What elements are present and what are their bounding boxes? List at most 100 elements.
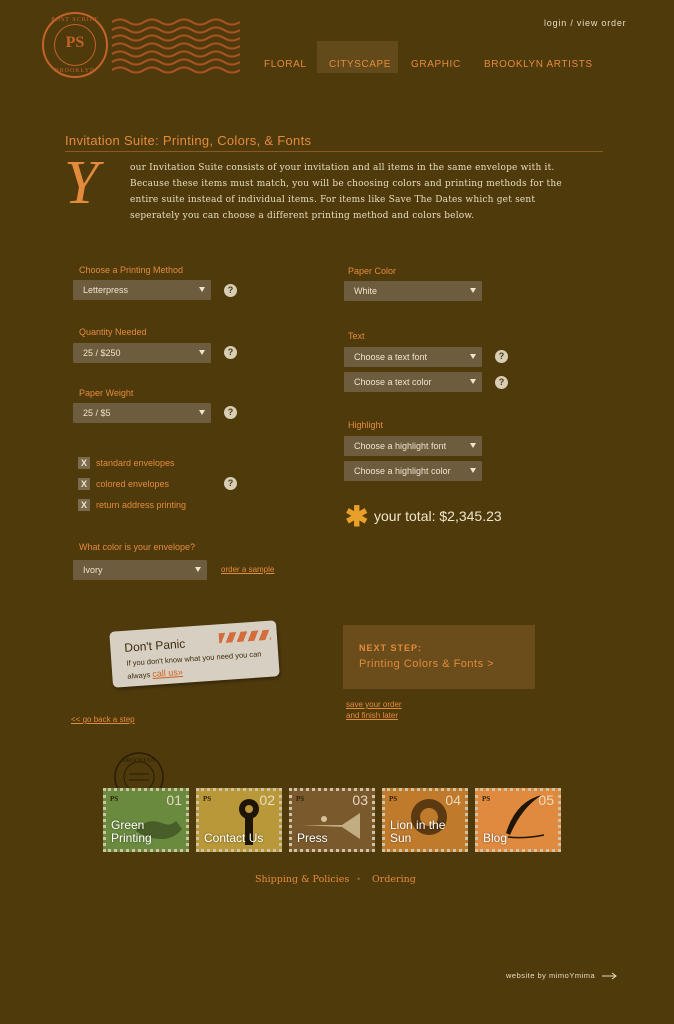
quantity-select[interactable]: 25 / $250 bbox=[73, 343, 211, 363]
help-icon[interactable]: ? bbox=[224, 284, 237, 297]
logo-top-text: POST SCRIPT bbox=[51, 17, 99, 23]
call-us-link[interactable]: call us» bbox=[152, 667, 183, 679]
stamp-press[interactable]: PS 03 Press bbox=[289, 788, 375, 852]
site-credit-link[interactable]: website by mimoYmima bbox=[506, 971, 620, 980]
printing-method-select[interactable]: Letterpress bbox=[73, 280, 211, 300]
standard-envelopes-checkbox[interactable]: X bbox=[78, 457, 90, 469]
chevron-down-icon bbox=[470, 288, 476, 293]
printing-method-label: Choose a Printing Method bbox=[79, 265, 184, 275]
total-value: $2,345.23 bbox=[439, 508, 502, 524]
text-color-select[interactable]: Choose a text color bbox=[344, 372, 482, 392]
postmark-text: BROOKLYN bbox=[123, 758, 156, 764]
total-label: your total: bbox=[374, 508, 436, 524]
standard-envelopes-label: standard envelopes bbox=[96, 458, 175, 468]
next-step-button[interactable]: NEXT STEP: Printing Colors & Fonts > bbox=[343, 625, 535, 689]
next-step-target: Printing Colors & Fonts > bbox=[359, 658, 495, 670]
envelope-color-label: What color is your envelope? bbox=[79, 542, 196, 552]
return-address-label: return address printing bbox=[96, 500, 187, 510]
paper-color-value: White bbox=[354, 286, 378, 296]
dont-panic-text: If you don't know what you need you can … bbox=[126, 649, 262, 681]
chevron-down-icon bbox=[199, 287, 205, 292]
next-step-label: NEXT STEP: bbox=[359, 643, 423, 653]
text-label: Text bbox=[348, 331, 365, 341]
stamp-ps: PS bbox=[389, 795, 398, 803]
paper-weight-label: Paper Weight bbox=[79, 388, 134, 398]
stamp-caption: Blog bbox=[483, 831, 508, 845]
stamp-contact-us[interactable]: PS 02 Contact Us bbox=[196, 788, 282, 852]
paper-color-select[interactable]: White bbox=[344, 281, 482, 301]
nav-graphic[interactable]: GRAPHIC bbox=[411, 59, 461, 70]
stamp-ps: PS bbox=[203, 795, 212, 803]
highlight-color-value: Choose a highlight color bbox=[354, 466, 451, 476]
login-link[interactable]: login / view order bbox=[544, 18, 626, 28]
order-total: ✱ your total: $2,345.23 bbox=[345, 501, 502, 532]
arrow-right-icon bbox=[601, 972, 617, 980]
highlight-font-select[interactable]: Choose a highlight font bbox=[344, 436, 482, 456]
envelope-color-select[interactable]: Ivory bbox=[73, 560, 207, 580]
paper-weight-select[interactable]: 25 / $5 bbox=[73, 403, 211, 423]
nav-cityscape[interactable]: CITYSCAPE bbox=[329, 59, 391, 70]
chevron-down-icon bbox=[470, 468, 476, 473]
dont-panic-card: Don't Panic If you don't know what you n… bbox=[109, 620, 280, 688]
dont-panic-title: Don't Panic bbox=[123, 636, 186, 655]
order-sample-link[interactable]: order a sample bbox=[221, 565, 274, 574]
stamp-number: 01 bbox=[166, 792, 182, 808]
finish-later-link[interactable]: and finish later bbox=[346, 711, 398, 720]
shipping-policies-link[interactable]: Shipping & Policies bbox=[255, 874, 349, 885]
return-address-checkbox[interactable]: X bbox=[78, 499, 90, 511]
nav-brooklyn-artists[interactable]: BROOKLYN ARTISTS bbox=[484, 59, 593, 70]
text-font-value: Choose a text font bbox=[354, 352, 428, 362]
go-back-link[interactable]: << go back a step bbox=[71, 715, 135, 724]
stamp-ps: PS bbox=[110, 795, 119, 803]
help-icon[interactable]: ? bbox=[495, 350, 508, 363]
quantity-value: 25 / $250 bbox=[83, 348, 121, 358]
asterisk-icon: ✱ bbox=[345, 501, 369, 532]
stamp-green-printing[interactable]: PS 01 Green Printing bbox=[103, 788, 189, 852]
chevron-down-icon bbox=[470, 379, 476, 384]
logo-bottom-text: BROOKLYN bbox=[54, 68, 96, 74]
stamp-ps: PS bbox=[482, 795, 491, 803]
chevron-down-icon bbox=[470, 354, 476, 359]
stamp-ps: PS bbox=[296, 795, 305, 803]
stamp-caption: Contact Us bbox=[204, 831, 264, 845]
help-icon[interactable]: ? bbox=[495, 376, 508, 389]
intro-text: our Invitation Suite consists of your in… bbox=[130, 163, 562, 221]
highlight-color-select[interactable]: Choose a highlight color bbox=[344, 461, 482, 481]
chevron-down-icon bbox=[199, 410, 205, 415]
save-order-link[interactable]: save your order bbox=[346, 700, 402, 709]
stamp-number: 04 bbox=[445, 792, 461, 808]
nav-floral[interactable]: FLORAL bbox=[264, 59, 307, 70]
ordering-link[interactable]: Ordering bbox=[372, 874, 416, 885]
chevron-down-icon bbox=[199, 350, 205, 355]
title-divider bbox=[65, 151, 603, 152]
help-icon[interactable]: ? bbox=[224, 477, 237, 490]
help-icon[interactable]: ? bbox=[224, 406, 237, 419]
paper-weight-value: 25 / $5 bbox=[83, 408, 111, 418]
stamp-caption: Press bbox=[297, 831, 328, 845]
colored-envelopes-label: colored envelopes bbox=[96, 479, 170, 489]
text-font-select[interactable]: Choose a text font bbox=[344, 347, 482, 367]
stamp-lion-in-the-sun[interactable]: PS 04 Lion in the Sun bbox=[382, 788, 468, 852]
logo-ps-text: PS bbox=[65, 34, 85, 51]
highlight-font-value: Choose a highlight font bbox=[354, 441, 447, 451]
highlight-label: Highlight bbox=[348, 420, 384, 430]
quantity-label: Quantity Needed bbox=[79, 327, 147, 337]
paper-color-label: Paper Color bbox=[348, 266, 397, 276]
stamp-number: 02 bbox=[259, 792, 275, 808]
site-credit-text: website by mimoYmima bbox=[506, 971, 596, 980]
colored-envelopes-checkbox[interactable]: X bbox=[78, 478, 90, 490]
chevron-down-icon bbox=[470, 443, 476, 448]
logo[interactable]: POST SCRIPT PS BROOKLYN bbox=[42, 12, 108, 78]
chevron-down-icon bbox=[195, 567, 201, 572]
stamp-number: 03 bbox=[352, 792, 368, 808]
cancellation-waves-icon bbox=[111, 18, 241, 74]
envelope-color-value: Ivory bbox=[83, 565, 103, 575]
help-icon[interactable]: ? bbox=[224, 346, 237, 359]
printing-method-value: Letterpress bbox=[83, 285, 129, 295]
stamp-caption: Lion in the Sun bbox=[390, 818, 446, 845]
stamp-number: 05 bbox=[538, 792, 554, 808]
footer-separator: • bbox=[357, 874, 361, 884]
stamp-blog[interactable]: PS 05 Blog bbox=[475, 788, 561, 852]
page-title: Invitation Suite: Printing, Colors, & Fo… bbox=[65, 133, 312, 148]
text-color-value: Choose a text color bbox=[354, 377, 432, 387]
